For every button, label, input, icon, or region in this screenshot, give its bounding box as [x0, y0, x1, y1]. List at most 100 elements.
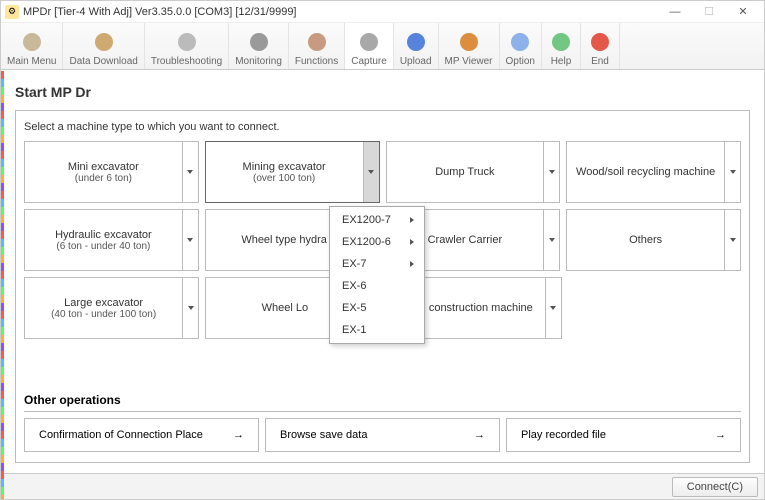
data-download-icon: [91, 29, 117, 55]
toolbar-troubleshooting[interactable]: Troubleshooting: [145, 23, 229, 69]
capture-icon: [356, 29, 382, 55]
toolbar-main-menu[interactable]: Main Menu: [1, 23, 63, 69]
toolbar-label: Monitoring: [235, 56, 282, 67]
main-menu-icon: [19, 29, 45, 55]
toolbar: Main Menu Data Download Troubleshooting Mon…: [1, 23, 764, 70]
dropdown-item[interactable]: EX-6: [330, 275, 424, 297]
machine-tile-dropdown[interactable]: [543, 142, 559, 202]
toolbar-label: MP Viewer: [445, 56, 493, 67]
connect-button[interactable]: Connect(C): [672, 477, 758, 497]
other-ops-heading: Other operations: [24, 393, 741, 412]
mp-viewer-icon: [456, 29, 482, 55]
machine-tile-label: Mini excavator(under 6 ton): [25, 142, 182, 202]
machine-tile-dropdown[interactable]: [182, 210, 198, 270]
end-icon: [587, 29, 613, 55]
toolbar-label: End: [591, 56, 609, 67]
machine-tile[interactable]: Mining excavator(over 100 ton): [205, 141, 380, 203]
dropdown-item[interactable]: EX1200-6: [330, 231, 424, 253]
chevron-right-icon: [410, 261, 414, 267]
arrow-right-icon: →: [715, 429, 726, 441]
titlebar: ⚙ MPDr [Tier-4 With Adj] Ver3.35.0.0 [CO…: [1, 1, 764, 23]
op-tile[interactable]: Browse save data →: [265, 418, 500, 452]
toolbar-help[interactable]: Help: [542, 23, 581, 69]
machine-tile-dropdown[interactable]: [182, 278, 198, 338]
machine-tile-dropdown[interactable]: [724, 210, 740, 270]
op-tile[interactable]: Play recorded file →: [506, 418, 741, 452]
dropdown-item-label: EX1200-6: [342, 236, 391, 248]
dropdown-item[interactable]: EX-1: [330, 319, 424, 341]
page-title: Start MP Dr: [15, 84, 750, 100]
toolbar-label: Upload: [400, 56, 432, 67]
window-title: MPDr [Tier-4 With Adj] Ver3.35.0.0 [COM3…: [23, 6, 658, 18]
functions-icon: [304, 29, 330, 55]
option-icon: [507, 29, 533, 55]
chevron-down-icon: [368, 170, 374, 174]
arrow-right-icon: →: [233, 429, 244, 441]
toolbar-label: Functions: [295, 56, 338, 67]
troubleshooting-icon: [174, 29, 200, 55]
op-tile[interactable]: Confirmation of Connection Place →: [24, 418, 259, 452]
machine-tile-label: Others: [567, 210, 724, 270]
dropdown-item[interactable]: EX-7: [330, 253, 424, 275]
machine-tile-dropdown[interactable]: [545, 278, 561, 338]
toolbar-monitoring[interactable]: Monitoring: [229, 23, 289, 69]
close-button[interactable]: ✕: [726, 2, 760, 22]
machine-tile-label: Wood/soil recycling machine: [567, 142, 724, 202]
toolbar-end[interactable]: End: [581, 23, 620, 69]
op-label: Play recorded file: [521, 429, 606, 441]
toolbar-label: Help: [551, 56, 572, 67]
toolbar-capture[interactable]: Capture: [345, 23, 394, 69]
machine-tile-label: Large excavator(40 ton - under 100 ton): [25, 278, 182, 338]
machine-tile[interactable]: Hydraulic excavator(6 ton - under 40 ton…: [24, 209, 199, 271]
machine-tile-dropdown[interactable]: [543, 210, 559, 270]
machine-tile[interactable]: Large excavator(40 ton - under 100 ton): [24, 277, 199, 339]
chevron-down-icon: [549, 238, 555, 242]
toolbar-mp-viewer[interactable]: MP Viewer: [439, 23, 500, 69]
machine-tile-label: Mining excavator(over 100 ton): [206, 142, 363, 202]
dropdown-item-label: EX-6: [342, 280, 366, 292]
machine-tile-dropdown[interactable]: [363, 142, 379, 202]
op-label: Confirmation of Connection Place: [39, 429, 203, 441]
chevron-down-icon: [188, 306, 194, 310]
minimize-button[interactable]: —: [658, 2, 692, 22]
toolbar-label: Option: [506, 56, 535, 67]
chevron-down-icon: [187, 238, 193, 242]
toolbar-label: Main Menu: [7, 56, 56, 67]
other-ops-row: Confirmation of Connection Place→Browse …: [24, 418, 741, 452]
machine-tile-label: Hydraulic excavator(6 ton - under 40 ton…: [25, 210, 182, 270]
toolbar-label: Data Download: [69, 56, 137, 67]
machine-tile[interactable]: Others: [566, 209, 741, 271]
chevron-down-icon: [550, 306, 556, 310]
arrow-right-icon: →: [474, 429, 485, 441]
toolbar-option[interactable]: Option: [500, 23, 542, 69]
machine-grid: Mini excavator(under 6 ton) Mining excava…: [24, 141, 741, 345]
statusbar: Connect(C): [1, 473, 764, 499]
chevron-down-icon: [730, 238, 736, 242]
toolbar-data-download[interactable]: Data Download: [63, 23, 144, 69]
chevron-right-icon: [410, 239, 414, 245]
help-icon: [548, 29, 574, 55]
dropdown-item-label: EX1200-7: [342, 214, 391, 226]
toolbar-functions[interactable]: Functions: [289, 23, 345, 69]
chevron-right-icon: [410, 217, 414, 223]
machine-tile[interactable]: Wood/soil recycling machine: [566, 141, 741, 203]
dropdown-item-label: EX-7: [342, 258, 366, 270]
app-icon: ⚙: [5, 5, 19, 19]
machine-tile[interactable]: Mini excavator(under 6 ton): [24, 141, 199, 203]
dropdown-item[interactable]: EX-5: [330, 297, 424, 319]
toolbar-upload[interactable]: Upload: [394, 23, 439, 69]
machine-tile-dropdown[interactable]: [182, 142, 198, 202]
monitoring-icon: [246, 29, 272, 55]
toolbar-label: Capture: [351, 56, 387, 67]
dropdown-item-label: EX-1: [342, 324, 366, 336]
maximize-button: ☐: [692, 2, 726, 22]
machine-tile-label: Dump Truck: [387, 142, 544, 202]
prompt-text: Select a machine type to which you want …: [24, 121, 741, 133]
machine-dropdown-menu: EX1200-7 EX1200-6 EX-7 EX-6 EX-5 EX-1: [329, 206, 425, 344]
op-label: Browse save data: [280, 429, 367, 441]
dropdown-item[interactable]: EX1200-7: [330, 209, 424, 231]
machine-tile[interactable]: Dump Truck: [386, 141, 561, 203]
toolbar-label: Troubleshooting: [151, 56, 222, 67]
chevron-down-icon: [187, 170, 193, 174]
machine-tile-dropdown[interactable]: [724, 142, 740, 202]
